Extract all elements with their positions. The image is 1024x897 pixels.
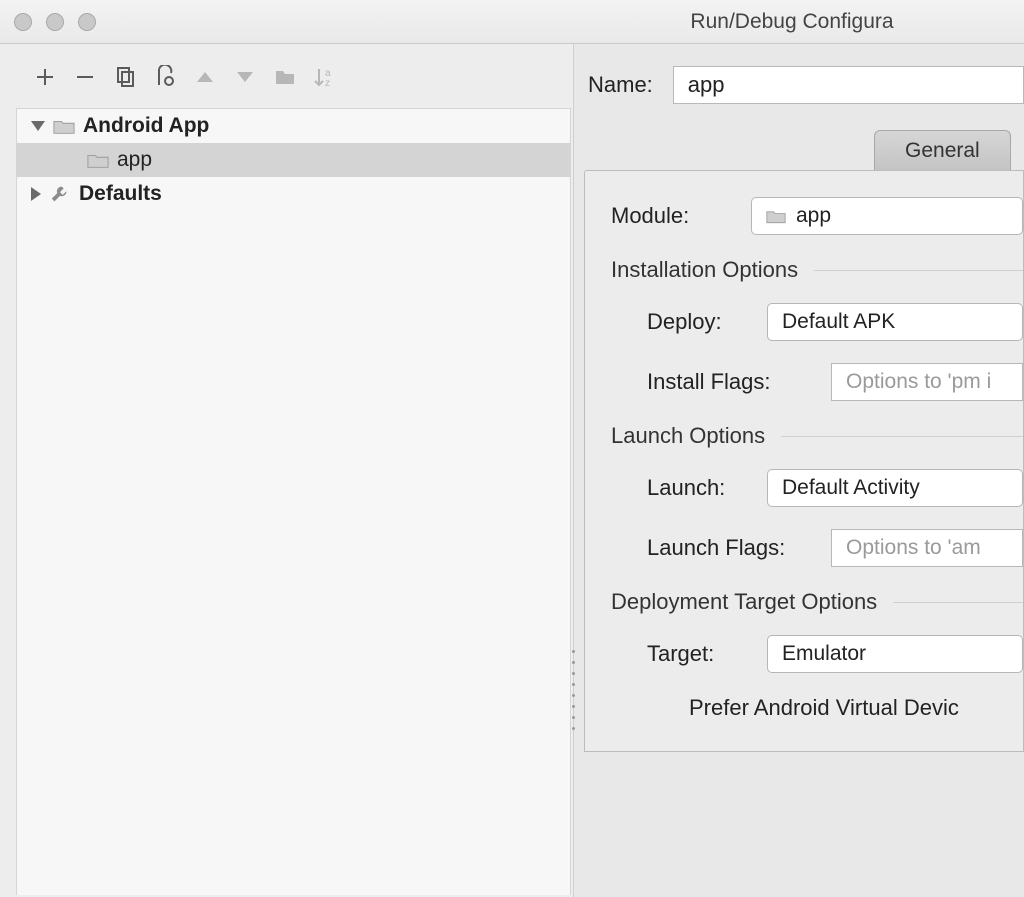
- tab-general[interactable]: General: [874, 130, 1011, 170]
- divider: [814, 270, 1023, 271]
- remove-config-button[interactable]: [68, 60, 102, 94]
- target-dropdown[interactable]: Emulator: [767, 635, 1023, 673]
- tree-item-label: app: [117, 148, 152, 172]
- sidebar-toolbar: az: [0, 54, 573, 108]
- tab-strip: General: [574, 130, 1024, 170]
- deployment-target-heading: Deployment Target Options: [611, 589, 877, 615]
- install-flags-label: Install Flags:: [647, 369, 811, 395]
- module-dropdown[interactable]: app: [751, 197, 1023, 235]
- configurations-sidebar: az Android App app: [0, 44, 574, 897]
- tree-group-android-app[interactable]: Android App: [17, 109, 570, 143]
- installation-options-heading: Installation Options: [611, 257, 798, 283]
- chevron-down-icon: [31, 121, 45, 131]
- close-window-button[interactable]: [14, 13, 32, 31]
- edit-defaults-button[interactable]: [148, 60, 182, 94]
- launch-dropdown[interactable]: Default Activity: [767, 469, 1023, 507]
- tree-item-app[interactable]: app: [17, 143, 570, 177]
- zoom-window-button[interactable]: [78, 13, 96, 31]
- module-value: app: [796, 204, 831, 228]
- wrench-icon: [49, 185, 71, 203]
- name-input[interactable]: [673, 66, 1024, 104]
- module-folder-icon: [87, 151, 109, 169]
- name-label: Name:: [588, 72, 653, 98]
- svg-text:z: z: [325, 78, 330, 89]
- launch-flags-label: Launch Flags:: [647, 535, 811, 561]
- general-tab-panel: Module: app Installation Options Deploy:…: [584, 170, 1024, 752]
- config-tree: Android App app Defaults: [16, 108, 571, 895]
- divider: [893, 602, 1023, 603]
- prefer-avd-label: Prefer Android Virtual Devic: [689, 695, 959, 720]
- tree-group-defaults[interactable]: Defaults: [17, 177, 570, 211]
- move-down-button[interactable]: [228, 60, 262, 94]
- deploy-dropdown[interactable]: Default APK: [767, 303, 1023, 341]
- window-title: Run/Debug Configura: [0, 10, 1024, 34]
- tree-group-label: Defaults: [79, 182, 162, 206]
- minimize-window-button[interactable]: [46, 13, 64, 31]
- splitter-grip-icon[interactable]: [572, 650, 578, 730]
- divider: [781, 436, 1023, 437]
- titlebar: Run/Debug Configura: [0, 0, 1024, 44]
- chevron-right-icon: [31, 187, 41, 201]
- config-form: Name: General Module: app Installation O…: [574, 44, 1024, 897]
- target-label: Target:: [647, 641, 747, 667]
- copy-config-button[interactable]: [108, 60, 142, 94]
- folder-button[interactable]: [268, 60, 302, 94]
- tab-label: General: [905, 139, 980, 163]
- move-up-button[interactable]: [188, 60, 222, 94]
- launch-flags-input[interactable]: [831, 529, 1023, 567]
- install-flags-input[interactable]: [831, 363, 1023, 401]
- launch-value: Default Activity: [782, 476, 920, 500]
- target-value: Emulator: [782, 642, 866, 666]
- sort-alpha-button[interactable]: az: [308, 60, 342, 94]
- deploy-label: Deploy:: [647, 309, 747, 335]
- launch-options-heading: Launch Options: [611, 423, 765, 449]
- android-folder-icon: [53, 117, 75, 135]
- launch-label: Launch:: [647, 475, 747, 501]
- main-area: az Android App app: [0, 44, 1024, 897]
- module-folder-icon: [766, 208, 786, 224]
- tree-group-label: Android App: [83, 114, 209, 138]
- add-config-button[interactable]: [28, 60, 62, 94]
- deploy-value: Default APK: [782, 310, 895, 334]
- traffic-lights: [14, 13, 96, 31]
- module-label: Module:: [611, 203, 731, 229]
